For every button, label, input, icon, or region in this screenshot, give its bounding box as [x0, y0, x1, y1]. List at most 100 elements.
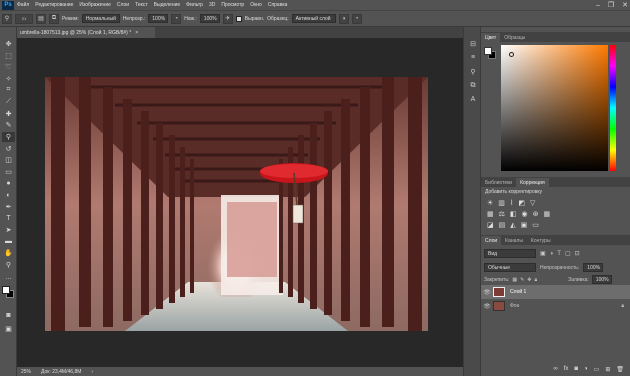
blend-mode-select[interactable]: Обычные: [484, 263, 536, 272]
filter-smart-icon[interactable]: ⊡: [575, 250, 580, 257]
close-window-button[interactable]: ✕: [622, 1, 628, 9]
zoom-tool[interactable]: ⚲: [2, 260, 15, 270]
aligned-checkbox[interactable]: [235, 15, 242, 22]
layer-style-icon[interactable]: fx: [564, 366, 569, 372]
filter-shape-icon[interactable]: ▢: [565, 250, 571, 257]
menu-layers[interactable]: Слои: [117, 2, 129, 8]
layer-opacity-input[interactable]: 100%: [583, 263, 604, 272]
ignore-adjustment-layers-button[interactable]: ◑: [338, 13, 349, 24]
filter-type-icon[interactable]: T: [557, 251, 561, 257]
mode-select[interactable]: Нормальный: [81, 14, 120, 23]
lock-pixels-icon[interactable]: ✎: [520, 277, 524, 283]
minimize-button[interactable]: –: [596, 2, 600, 9]
sample-select[interactable]: Активный слой: [291, 14, 336, 23]
hue-saturation-icon[interactable]: ▦: [487, 210, 494, 218]
invert-icon[interactable]: ◪: [487, 221, 494, 229]
status-menu-arrow[interactable]: ›: [91, 369, 93, 375]
menu-file[interactable]: Файл: [17, 2, 29, 8]
blur-tool[interactable]: ●: [2, 178, 15, 188]
brightness-icon[interactable]: ☀: [487, 199, 493, 207]
layer-row[interactable]: 👁︎ Фон 🔒︎: [481, 299, 630, 313]
eraser-tool[interactable]: ◫: [2, 155, 15, 165]
lasso-tool[interactable]: ➰: [2, 62, 15, 72]
tab-channels[interactable]: Каналы: [501, 236, 527, 245]
document-canvas-image[interactable]: [45, 77, 428, 331]
crop-tool[interactable]: ⌗: [2, 85, 15, 95]
eye-icon[interactable]: 👁︎: [481, 289, 493, 296]
black-white-icon[interactable]: ◧: [510, 210, 517, 218]
tab-layers[interactable]: Слои: [481, 236, 502, 245]
menu-window[interactable]: Окно: [250, 2, 262, 8]
maximize-button[interactable]: ❐: [608, 1, 614, 9]
move-tool[interactable]: ✥: [2, 39, 15, 49]
tab-paths[interactable]: Контуры: [527, 236, 555, 245]
document-tab-close[interactable]: ×: [135, 30, 138, 36]
trash-icon[interactable]: 🗑︎: [616, 366, 624, 373]
eyedropper-tool[interactable]: ⟋: [2, 97, 15, 107]
history-brush-tool[interactable]: ↺: [2, 144, 15, 154]
exposure-icon[interactable]: ◩: [518, 199, 525, 207]
quick-mask-button[interactable]: ◙: [2, 310, 15, 320]
menu-3d[interactable]: 3D: [209, 2, 215, 8]
menu-image[interactable]: Изображение: [79, 2, 111, 8]
character-panel-button[interactable]: A: [468, 95, 478, 104]
toggle-brush-panel-button[interactable]: ▤: [36, 13, 46, 24]
link-layers-icon[interactable]: ∞: [553, 366, 557, 372]
menu-view[interactable]: Просмотр: [221, 2, 244, 8]
dodge-tool[interactable]: ◐: [2, 190, 15, 200]
filter-adjustment-icon[interactable]: ◑: [550, 251, 554, 257]
eye-icon[interactable]: 👁︎: [481, 303, 493, 310]
gradient-map-icon[interactable]: ▭: [532, 221, 539, 229]
opacity-input[interactable]: 100%: [148, 14, 169, 23]
layer-name[interactable]: Слой 1: [510, 289, 526, 295]
gradient-tool[interactable]: ▭: [2, 167, 15, 177]
more-tools-button[interactable]: …: [2, 272, 15, 282]
menu-filter[interactable]: Фильтр: [186, 2, 203, 8]
canvas-area[interactable]: [17, 38, 463, 367]
marquee-tool[interactable]: ⬚: [2, 51, 15, 61]
layer-filter-select[interactable]: Вид: [484, 249, 536, 258]
toggle-clone-source-button[interactable]: ⧉: [49, 13, 59, 24]
channel-mixer-icon[interactable]: ⊛: [533, 210, 539, 218]
selective-color-icon[interactable]: ▣: [521, 221, 528, 229]
tab-color[interactable]: Цвет: [481, 33, 501, 42]
type-tool[interactable]: T: [2, 213, 15, 223]
document-tab[interactable]: umbrella-1807513.jpg @ 25% (Слой 1, RGB/…: [17, 27, 155, 38]
color-picker-marker[interactable]: [509, 52, 514, 57]
zoom-level[interactable]: 25%: [21, 369, 31, 375]
panel-foreground-swatch[interactable]: [484, 47, 492, 55]
brush-preset-picker[interactable]: 21: [15, 13, 33, 24]
healing-brush-tool[interactable]: ✚: [2, 109, 15, 119]
pressure-opacity-button[interactable]: ◔: [171, 13, 182, 24]
hue-slider[interactable]: [610, 45, 616, 171]
menu-select[interactable]: Выделение: [154, 2, 181, 8]
tab-swatches[interactable]: Образцы: [500, 33, 529, 42]
new-layer-icon[interactable]: ⊞: [605, 366, 610, 373]
shape-tool[interactable]: ▬: [2, 236, 15, 246]
color-lookup-icon[interactable]: ▦: [544, 210, 551, 218]
new-group-icon[interactable]: ▭: [594, 366, 600, 373]
brush-tool[interactable]: ✎: [2, 120, 15, 130]
posterize-icon[interactable]: ▤: [499, 221, 506, 229]
curves-icon[interactable]: ⌇: [510, 199, 513, 207]
threshold-icon[interactable]: ◭: [510, 221, 515, 229]
menu-help[interactable]: Справка: [268, 2, 288, 8]
tab-adjustments[interactable]: Коррекция: [516, 178, 549, 187]
menu-type[interactable]: Текст: [135, 2, 148, 8]
pen-tool[interactable]: ✒: [2, 202, 15, 212]
path-select-tool[interactable]: ➤: [2, 225, 15, 235]
vibrance-icon[interactable]: ▽: [530, 199, 535, 207]
quick-select-tool[interactable]: ✧: [2, 74, 15, 84]
filter-pixel-icon[interactable]: ▣: [540, 250, 546, 257]
layer-row[interactable]: 👁︎ Слой 1: [481, 285, 630, 299]
history-panel-button[interactable]: ⊟: [468, 39, 478, 48]
screen-mode-button[interactable]: ▣: [2, 324, 15, 334]
clone-source-panel-button[interactable]: ⧉: [468, 81, 478, 90]
levels-icon[interactable]: ▥: [498, 199, 505, 207]
add-mask-icon[interactable]: ◙: [574, 366, 578, 372]
foreground-color-swatch[interactable]: [2, 286, 10, 294]
flow-input[interactable]: 100%: [199, 14, 220, 23]
brush-panel-button[interactable]: ⚲: [468, 67, 478, 76]
airbrush-button[interactable]: ✈: [222, 13, 233, 24]
layer-fill-input[interactable]: 100%: [591, 275, 612, 284]
